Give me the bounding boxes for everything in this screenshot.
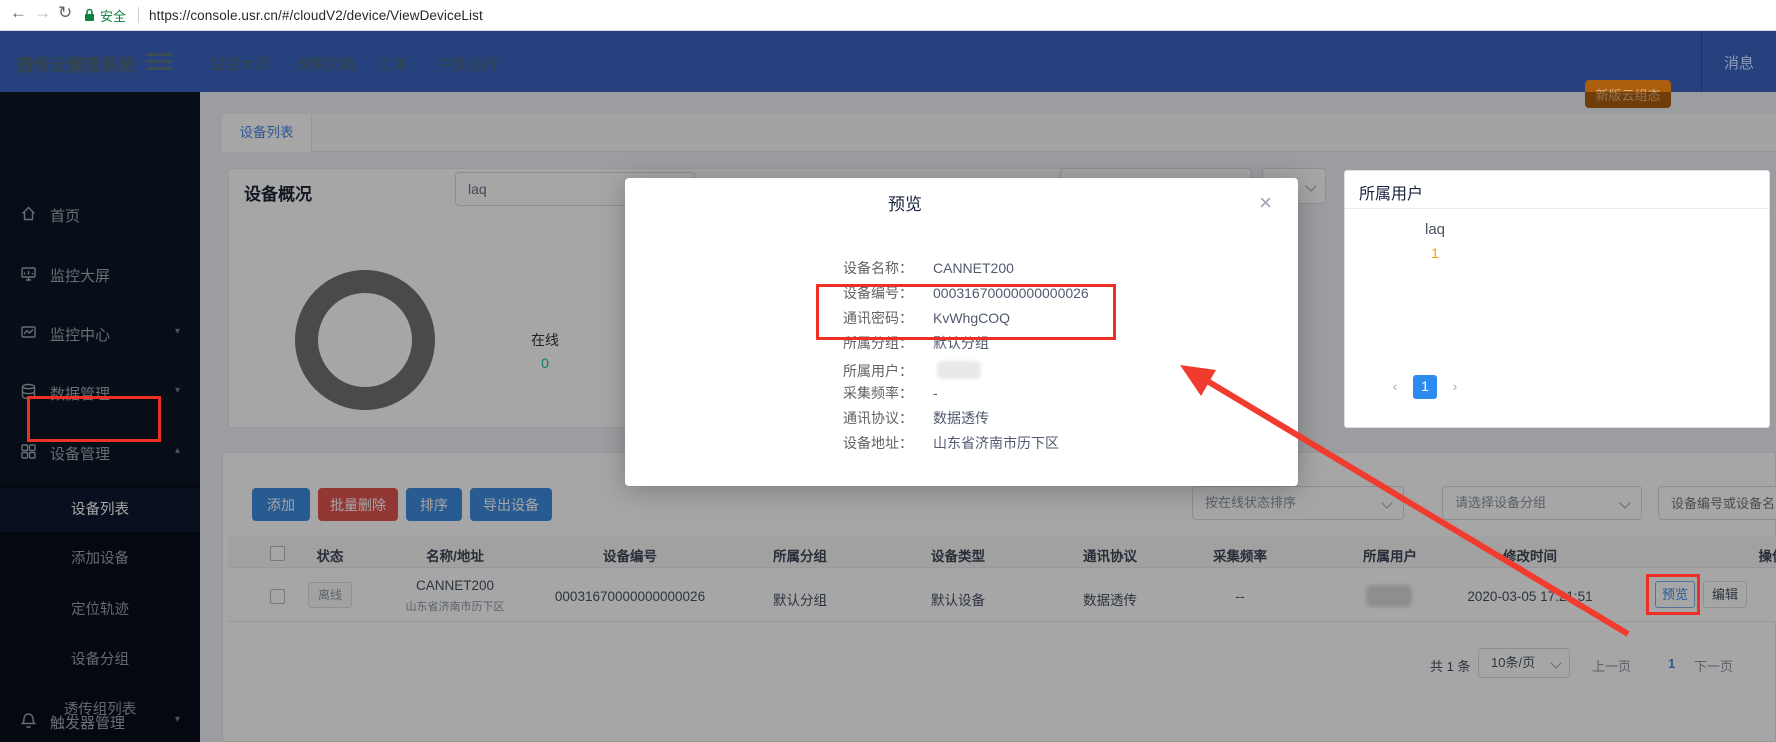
hamburger-menu-icon[interactable] (146, 53, 172, 70)
owner-panel-title: 所属用户 (1359, 180, 1423, 204)
field-frequency: 采集频率：- (625, 383, 1265, 403)
nav-item-neutral-run[interactable]: 中性运行 (438, 53, 498, 74)
owner-user-count: 1 (1375, 245, 1495, 261)
field-owner: 所属用户： (625, 358, 1265, 378)
preview-modal: 预览 × 设备名称：CANNET200 设备编号：000316700000000… (625, 178, 1298, 486)
omnibox-divider (138, 7, 139, 23)
owner-users-panel: 所属用户 laq 1 ‹ 1 › (1344, 170, 1770, 428)
browser-refresh-icon[interactable]: ↻ (58, 3, 72, 23)
lock-icon (84, 8, 95, 22)
app-title: 透传云管理系统 (16, 51, 135, 76)
owner-user-item[interactable]: laq (1375, 221, 1495, 238)
field-protocol: 通讯协议：数据透传 (625, 408, 1265, 428)
browser-chrome: ← → ↻ 安全 https://console.usr.cn/#/cloudV… (0, 0, 1776, 31)
top-navbar: 透传云管理系统 监控大屏 说明文档 工单 中性运行 新版云组态 消息 (0, 31, 1776, 92)
owner-next-page-icon[interactable]: › (1443, 375, 1467, 399)
field-device-number: 设备编号：00031670000000000026 (625, 283, 1265, 303)
field-address: 设备地址：山东省济南市历下区 (625, 433, 1265, 453)
messages-link[interactable]: 消息 (1724, 52, 1754, 73)
field-device-name: 设备名称：CANNET200 (625, 258, 1265, 278)
owner-redacted (937, 361, 981, 379)
url-text: https://console.usr.cn/#/cloudV2/device/… (149, 8, 483, 23)
browser-forward-icon[interactable]: → (34, 3, 51, 23)
screen: ← → ↻ 安全 https://console.usr.cn/#/cloudV… (0, 0, 1776, 742)
owner-prev-page-icon[interactable]: ‹ (1383, 375, 1407, 399)
address-bar[interactable]: 安全 https://console.usr.cn/#/cloudV2/devi… (84, 2, 1764, 28)
nav-item-monitor-screen[interactable]: 监控大屏 (210, 53, 270, 74)
owner-current-page[interactable]: 1 (1413, 375, 1437, 399)
navbar-divider (1701, 31, 1702, 92)
close-icon[interactable]: × (1259, 192, 1272, 214)
nav-item-work-order[interactable]: 工单 (378, 53, 408, 74)
modal-title: 预览 (625, 190, 1185, 215)
nav-item-docs[interactable]: 说明文档 (296, 53, 356, 74)
browser-back-icon[interactable]: ← (10, 3, 27, 23)
field-group: 所属分组：默认分组 (625, 333, 1265, 353)
owner-panel-header: 所属用户 (1345, 171, 1769, 209)
field-comm-password: 通讯密码：KvWhgCOQ (625, 308, 1265, 328)
security-label: 安全 (100, 6, 126, 25)
